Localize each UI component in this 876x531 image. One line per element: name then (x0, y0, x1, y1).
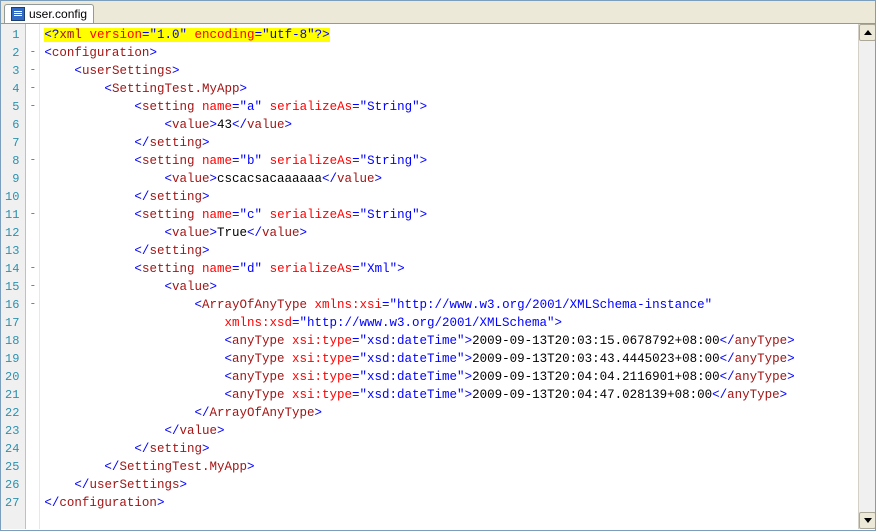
line-number: 18 (5, 332, 19, 350)
fold-toggle[interactable]: - (26, 204, 39, 222)
line-number: 11 (5, 206, 19, 224)
fold-toggle[interactable]: - (26, 42, 39, 60)
line-number: 27 (5, 494, 19, 512)
code-line[interactable]: <value>True</value> (44, 224, 858, 242)
code-line[interactable]: </setting> (44, 188, 858, 206)
chevron-up-icon (864, 30, 872, 35)
fold-toggle[interactable]: - (26, 276, 39, 294)
code-line[interactable]: <value>cscacsacaaaaaa</value> (44, 170, 858, 188)
line-number: 14 (5, 260, 19, 278)
file-icon (11, 7, 25, 21)
chevron-down-icon (864, 518, 872, 523)
code-line[interactable]: <SettingTest.MyApp> (44, 80, 858, 98)
line-number: 23 (5, 422, 19, 440)
code-line[interactable]: <configuration> (44, 44, 858, 62)
code-line[interactable]: </setting> (44, 134, 858, 152)
fold-spacer (26, 384, 39, 402)
line-number: 8 (5, 152, 19, 170)
code-line[interactable]: </configuration> (44, 494, 858, 512)
fold-spacer (26, 402, 39, 420)
fold-spacer (26, 240, 39, 258)
code-line[interactable]: </value> (44, 422, 858, 440)
line-number: 10 (5, 188, 19, 206)
fold-spacer (26, 366, 39, 384)
line-number: 13 (5, 242, 19, 260)
code-line[interactable]: xmlns:xsd="http://www.w3.org/2001/XMLSch… (44, 314, 858, 332)
line-number: 15 (5, 278, 19, 296)
fold-spacer (26, 330, 39, 348)
code-line[interactable]: <anyType xsi:type="xsd:dateTime">2009-09… (44, 332, 858, 350)
scroll-down-button[interactable] (859, 512, 875, 529)
editor: 1234567891011121314151617181920212223242… (1, 24, 875, 529)
fold-spacer (26, 24, 39, 42)
line-number: 2 (5, 44, 19, 62)
fold-spacer (26, 222, 39, 240)
line-number: 17 (5, 314, 19, 332)
fold-spacer (26, 312, 39, 330)
fold-toggle[interactable]: - (26, 258, 39, 276)
code-line[interactable]: <value>43</value> (44, 116, 858, 134)
code-line[interactable]: </setting> (44, 242, 858, 260)
code-line[interactable]: <anyType xsi:type="xsd:dateTime">2009-09… (44, 350, 858, 368)
code-line[interactable]: <setting name="c" serializeAs="String"> (44, 206, 858, 224)
fold-toggle[interactable]: - (26, 78, 39, 96)
code-area[interactable]: <?xml version="1.0" encoding="utf-8"?><c… (40, 24, 858, 529)
code-line[interactable]: <setting name="b" serializeAs="String"> (44, 152, 858, 170)
fold-spacer (26, 132, 39, 150)
vertical-scrollbar[interactable] (858, 24, 875, 529)
line-number: 5 (5, 98, 19, 116)
tab-bar: user.config (1, 1, 875, 24)
code-line[interactable]: <value> (44, 278, 858, 296)
line-number: 25 (5, 458, 19, 476)
line-number: 3 (5, 62, 19, 80)
line-number: 1 (5, 26, 19, 44)
fold-toggle[interactable]: - (26, 150, 39, 168)
fold-spacer (26, 168, 39, 186)
code-line[interactable]: </ArrayOfAnyType> (44, 404, 858, 422)
code-line[interactable]: <ArrayOfAnyType xmlns:xsi="http://www.w3… (44, 296, 858, 314)
line-number: 12 (5, 224, 19, 242)
code-line[interactable]: <?xml version="1.0" encoding="utf-8"?> (44, 26, 858, 44)
code-line[interactable]: <anyType xsi:type="xsd:dateTime">2009-09… (44, 386, 858, 404)
fold-spacer (26, 348, 39, 366)
code-line[interactable]: <userSettings> (44, 62, 858, 80)
fold-gutter: --------- (26, 24, 40, 529)
line-number: 24 (5, 440, 19, 458)
fold-spacer (26, 420, 39, 438)
line-number: 22 (5, 404, 19, 422)
line-number: 16 (5, 296, 19, 314)
line-number: 19 (5, 350, 19, 368)
code-line[interactable]: </setting> (44, 440, 858, 458)
scroll-up-button[interactable] (859, 24, 875, 41)
code-line[interactable]: <setting name="d" serializeAs="Xml"> (44, 260, 858, 278)
line-number-gutter: 1234567891011121314151617181920212223242… (1, 24, 26, 529)
code-line[interactable]: </userSettings> (44, 476, 858, 494)
line-number: 7 (5, 134, 19, 152)
tab-user-config[interactable]: user.config (4, 4, 94, 23)
line-number: 21 (5, 386, 19, 404)
fold-toggle[interactable]: - (26, 60, 39, 78)
fold-spacer (26, 474, 39, 492)
fold-toggle[interactable]: - (26, 294, 39, 312)
line-number: 20 (5, 368, 19, 386)
fold-spacer (26, 114, 39, 132)
code-line[interactable]: <setting name="a" serializeAs="String"> (44, 98, 858, 116)
line-number: 4 (5, 80, 19, 98)
line-number: 6 (5, 116, 19, 134)
code-line[interactable]: </SettingTest.MyApp> (44, 458, 858, 476)
code-line[interactable]: <anyType xsi:type="xsd:dateTime">2009-09… (44, 368, 858, 386)
fold-spacer (26, 438, 39, 456)
fold-spacer (26, 186, 39, 204)
fold-spacer (26, 492, 39, 510)
line-number: 26 (5, 476, 19, 494)
fold-spacer (26, 456, 39, 474)
tab-label: user.config (29, 7, 87, 21)
line-number: 9 (5, 170, 19, 188)
fold-toggle[interactable]: - (26, 96, 39, 114)
